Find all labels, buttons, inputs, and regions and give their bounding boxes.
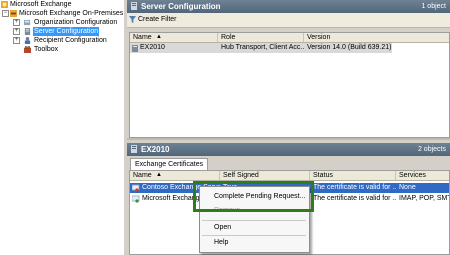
- server-name-cell: EX2010: [130, 43, 218, 53]
- column-label: Name: [133, 34, 152, 41]
- menu-item-label: Help: [214, 239, 229, 246]
- cell-text: EX2010: [140, 44, 165, 51]
- tree-item-label: Microsoft Exchange: [10, 1, 72, 8]
- details-tabs: Exchange Certificates: [129, 158, 448, 170]
- server-version-cell: Version 14.0 (Build 639.21): [307, 44, 392, 51]
- server-icon: [131, 2, 137, 10]
- cert-status-cell: The certificate is valid for ...: [313, 184, 396, 191]
- tree-item-microsoft-exchange[interactable]: Microsoft Exchange: [0, 0, 124, 9]
- cert-status-cell: The certificate is valid for ...: [313, 195, 396, 202]
- sort-ascending-icon: ▲: [156, 34, 162, 40]
- server-icon: [24, 28, 31, 35]
- server-role-cell: Hub Transport, Client Acc...: [221, 44, 304, 51]
- menu-separator: [202, 220, 306, 221]
- menu-separator: [202, 235, 306, 236]
- tree-item-label: Microsoft Exchange On-Premises (e: [19, 10, 132, 17]
- horizontal-splitter[interactable]: [127, 138, 450, 140]
- filter-icon: [129, 16, 136, 23]
- column-header-version[interactable]: Version: [304, 33, 449, 42]
- create-filter-label: Create Filter: [138, 16, 177, 23]
- certificate-icon: [132, 184, 140, 192]
- column-header-name[interactable]: Name ▲: [130, 171, 220, 180]
- server-configuration-header: Server Configuration 1 object: [127, 0, 450, 13]
- column-header-role[interactable]: Role: [218, 33, 304, 42]
- server-list: Name ▲ Role Version EX2010 Hub Transport…: [129, 32, 450, 138]
- toolbox-icon: [24, 46, 31, 53]
- details-header: EX2010 2 objects: [127, 143, 450, 156]
- exchange-server-icon: [10, 10, 17, 17]
- expand-icon[interactable]: +: [13, 28, 20, 35]
- table-row[interactable]: EX2010 Hub Transport, Client Acc... Vers…: [130, 43, 392, 53]
- annotation-highlight-box: [193, 181, 314, 212]
- tree-item-label: Recipient Configuration: [34, 37, 107, 44]
- sort-ascending-icon: ▲: [156, 172, 162, 178]
- menu-item-help[interactable]: Help: [200, 237, 309, 249]
- column-header-self-signed[interactable]: Self Signed: [220, 171, 310, 180]
- menu-item-label: Open: [214, 224, 232, 231]
- column-label: Self Signed: [223, 172, 259, 179]
- details-title: EX2010: [141, 145, 170, 154]
- tree-item-recipient-configuration[interactable]: + Recipient Configuration: [0, 36, 124, 45]
- menu-item-open[interactable]: Open: [200, 222, 309, 234]
- page-title: Server Configuration: [141, 2, 221, 11]
- expand-icon[interactable]: +: [13, 37, 20, 44]
- tree-item-exchange-on-premises[interactable]: − Microsoft Exchange On-Premises (e: [0, 9, 131, 18]
- column-label: Version: [307, 34, 331, 41]
- column-header-status[interactable]: Status: [310, 171, 396, 180]
- recipient-icon: [24, 37, 31, 44]
- expand-icon[interactable]: +: [13, 19, 20, 26]
- column-label: Services: [399, 172, 426, 179]
- certificate-icon: [132, 195, 140, 203]
- tree-item-toolbox[interactable]: Toolbox: [0, 45, 124, 54]
- details-object-count: 2 objects: [417, 146, 446, 153]
- cert-services-cell: IMAP, POP, SMTP: [399, 195, 449, 202]
- tree-item-label: Toolbox: [34, 46, 59, 53]
- tree-item-label: Organization Configuration: [34, 19, 118, 26]
- toolbar: Create Filter: [127, 13, 450, 28]
- column-label: Status: [313, 172, 333, 179]
- object-count: 1 object: [421, 3, 446, 10]
- collapse-icon[interactable]: −: [2, 10, 9, 17]
- column-header-name[interactable]: Name ▲: [130, 33, 218, 42]
- navigation-tree: Microsoft Exchange − Microsoft Exchange …: [0, 0, 131, 255]
- exchange-icon: [1, 1, 8, 8]
- list-header: Name ▲ Self Signed Status Services: [130, 171, 449, 181]
- cert-services-cell: None: [399, 184, 416, 191]
- column-header-services[interactable]: Services: [396, 171, 449, 180]
- tree-item-organization-configuration[interactable]: + Organization Configuration: [0, 18, 124, 27]
- tab-exchange-certificates[interactable]: Exchange Certificates: [130, 158, 209, 170]
- tree-item-server-configuration[interactable]: + Server Configuration: [0, 27, 124, 36]
- list-header: Name ▲ Role Version: [130, 33, 449, 43]
- column-label: Role: [221, 34, 236, 41]
- server-icon: [131, 145, 137, 153]
- server-icon: [132, 45, 138, 52]
- column-label: Name: [133, 172, 152, 179]
- tree-item-label: Server Configuration: [33, 27, 100, 36]
- organization-icon: [24, 19, 31, 26]
